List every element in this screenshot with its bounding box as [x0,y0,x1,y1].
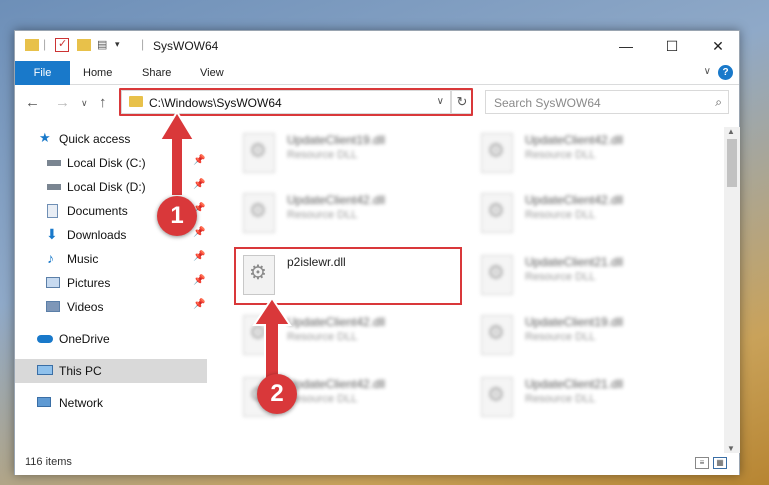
arrow-2-shape [252,296,292,381]
arrow-1-annotation [158,110,292,381]
arrow-1-shape [158,110,196,197]
step-1-badge: 1 [157,196,197,236]
step-2-badge: 2 [257,374,297,414]
